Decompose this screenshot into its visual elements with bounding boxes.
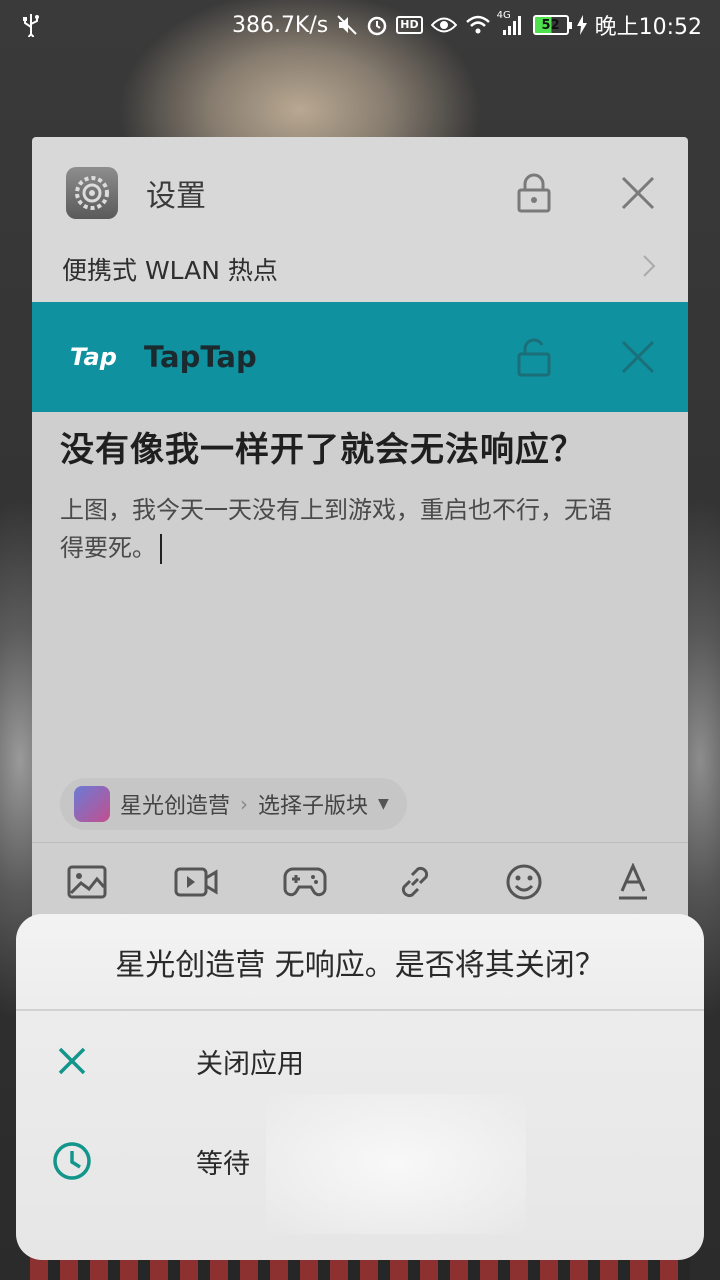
battery-icon: 52 — [532, 15, 572, 35]
subforum-label: 选择子版块 — [258, 794, 369, 819]
dialog-message: 星光创造营 无响应。是否将其关闭？ — [16, 914, 704, 1011]
clock-icon — [52, 1141, 92, 1181]
chevron-right-icon — [642, 254, 656, 284]
hd-icon: HD — [396, 16, 423, 34]
forum-selector-chip[interactable]: 星光创造营 › 选择子版块 ▼ — [60, 778, 407, 830]
post-body: 上图，我今天一天没有上到游戏，重启也不行，无语 得要死。 — [32, 471, 688, 567]
unlock-icon[interactable] — [514, 337, 554, 377]
taptap-card-title: TapTap — [144, 340, 257, 374]
taptap-card-header: Tap TapTap — [32, 302, 688, 412]
wait-label: 等待 — [196, 1148, 250, 1180]
text-cursor — [160, 534, 162, 564]
post-title: 没有像我一样开了就会无法响应？ — [60, 430, 585, 470]
settings-app-icon — [66, 167, 118, 219]
usb-icon — [22, 13, 40, 37]
close-icon[interactable] — [618, 173, 658, 213]
video-icon[interactable] — [174, 860, 218, 904]
image-icon[interactable] — [65, 860, 109, 904]
mute-icon — [336, 14, 358, 36]
taptap-app-icon: Tap — [70, 343, 117, 371]
status-bar: 386.7K/s HD 4G 52 晚上10:52 — [0, 0, 720, 50]
signal-icon: 4G — [497, 10, 525, 36]
signal-type-label: 4G — [496, 10, 511, 21]
close-app-label: 关闭应用 — [196, 1048, 304, 1080]
editor-toolbar — [32, 842, 688, 920]
charging-icon — [576, 15, 587, 35]
post-body-line: 上图，我今天一天没有上到游戏，重启也不行，无语 — [60, 496, 612, 524]
battery-level: 52 — [541, 17, 560, 33]
close-icon[interactable] — [618, 337, 658, 377]
link-icon[interactable] — [393, 860, 437, 904]
clock-time: 晚上10:52 — [594, 15, 702, 40]
emoji-icon[interactable] — [502, 860, 546, 904]
post-body-line: 得要死。 — [60, 534, 156, 562]
chevron-right-icon: › — [240, 792, 249, 816]
lock-icon[interactable] — [514, 173, 554, 213]
settings-subtitle: 便携式 WLAN 热点 — [62, 256, 278, 285]
forum-name: 星光创造营 — [120, 794, 231, 819]
recent-card-taptap[interactable]: Tap TapTap 没有像我一样开了就会无法响应？ 上图，我今天一天没有上到游… — [32, 302, 688, 1002]
alarm-icon — [366, 14, 388, 36]
settings-card-title: 设置 — [146, 179, 206, 214]
eye-icon — [430, 16, 457, 34]
close-app-option[interactable]: 关闭应用 — [16, 1011, 704, 1111]
wifi-icon — [465, 15, 491, 35]
game-icon — [74, 786, 110, 822]
anr-dialog: 星光创造营 无响应。是否将其关闭？ 关闭应用 等待 — [16, 914, 704, 1260]
wait-option[interactable]: 等待 — [16, 1111, 704, 1211]
recent-card-settings[interactable]: 设置 便携式 WLAN 热点 — [32, 137, 688, 307]
close-icon — [52, 1041, 92, 1081]
settings-preview-row: 便携式 WLAN 热点 — [32, 249, 688, 289]
text-format-icon[interactable] — [611, 860, 655, 904]
caret-down-icon: ▼ — [378, 796, 389, 812]
gamepad-icon[interactable] — [283, 860, 327, 904]
network-speed: 386.7K/s — [231, 12, 329, 38]
settings-card-header: 设置 — [32, 137, 688, 249]
